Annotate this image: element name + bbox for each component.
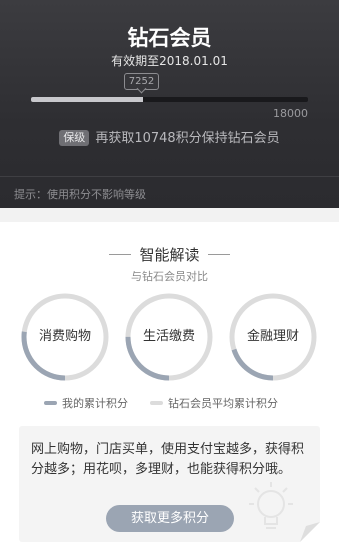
get-more-points-button[interactable]: 获取更多积分 — [106, 505, 234, 532]
page-corner-fold — [300, 522, 320, 542]
validity-date: 有效期至2018.01.01 — [111, 54, 228, 68]
legend-average: 钻石会员平均累计积分 — [150, 395, 278, 411]
legend-average-label: 钻石会员平均累计积分 — [168, 397, 278, 410]
keep-level-text: 再获取10748积分保持钻石会员 — [95, 131, 280, 146]
analysis-title: 智能解读 — [139, 246, 200, 264]
header-divider — [0, 176, 339, 177]
category-label: 生活缴费 — [142, 329, 195, 344]
category-ring-finance[interactable]: 金融理财 — [229, 293, 317, 381]
legend-mine: 我的累计积分 — [44, 395, 128, 411]
section-gap — [0, 208, 339, 222]
points-progress-bar — [31, 97, 308, 102]
points-tip: 提示：使用积分不影响等级 — [14, 188, 146, 201]
analysis-subtitle: 与钻石会员对比 — [131, 270, 208, 283]
analysis-header: 智能解读 — [0, 244, 339, 265]
progress-max-value: 18000 — [273, 107, 308, 120]
lightbulb-icon — [249, 482, 293, 529]
legend-swatch-mine — [44, 401, 57, 405]
category-label: 金融理财 — [246, 329, 299, 344]
title-divider-left — [109, 254, 132, 255]
category-ring-shopping[interactable]: 消费购物 — [21, 293, 109, 381]
info-text: 网上购物，门店买单，使用支付宝越多，获得积分越多；用花呗，多理财，也能获得积分哦… — [31, 442, 305, 477]
title-divider-right — [207, 254, 230, 255]
membership-header: 钻石会员 有效期至2018.01.01 7252 18000 保级 再获取1074… — [0, 0, 339, 208]
member-level-title: 钻石会员 — [127, 26, 212, 50]
legend-swatch-average — [150, 401, 163, 405]
keep-level-badge: 保级 — [59, 130, 90, 146]
points-progress-fill — [31, 97, 143, 102]
legend-mine-label: 我的累计积分 — [62, 397, 128, 410]
keep-level-row: 保级 再获取10748积分保持钻石会员 — [0, 127, 339, 146]
category-ring-bills[interactable]: 生活缴费 — [125, 293, 213, 381]
category-label: 消费购物 — [38, 329, 91, 344]
